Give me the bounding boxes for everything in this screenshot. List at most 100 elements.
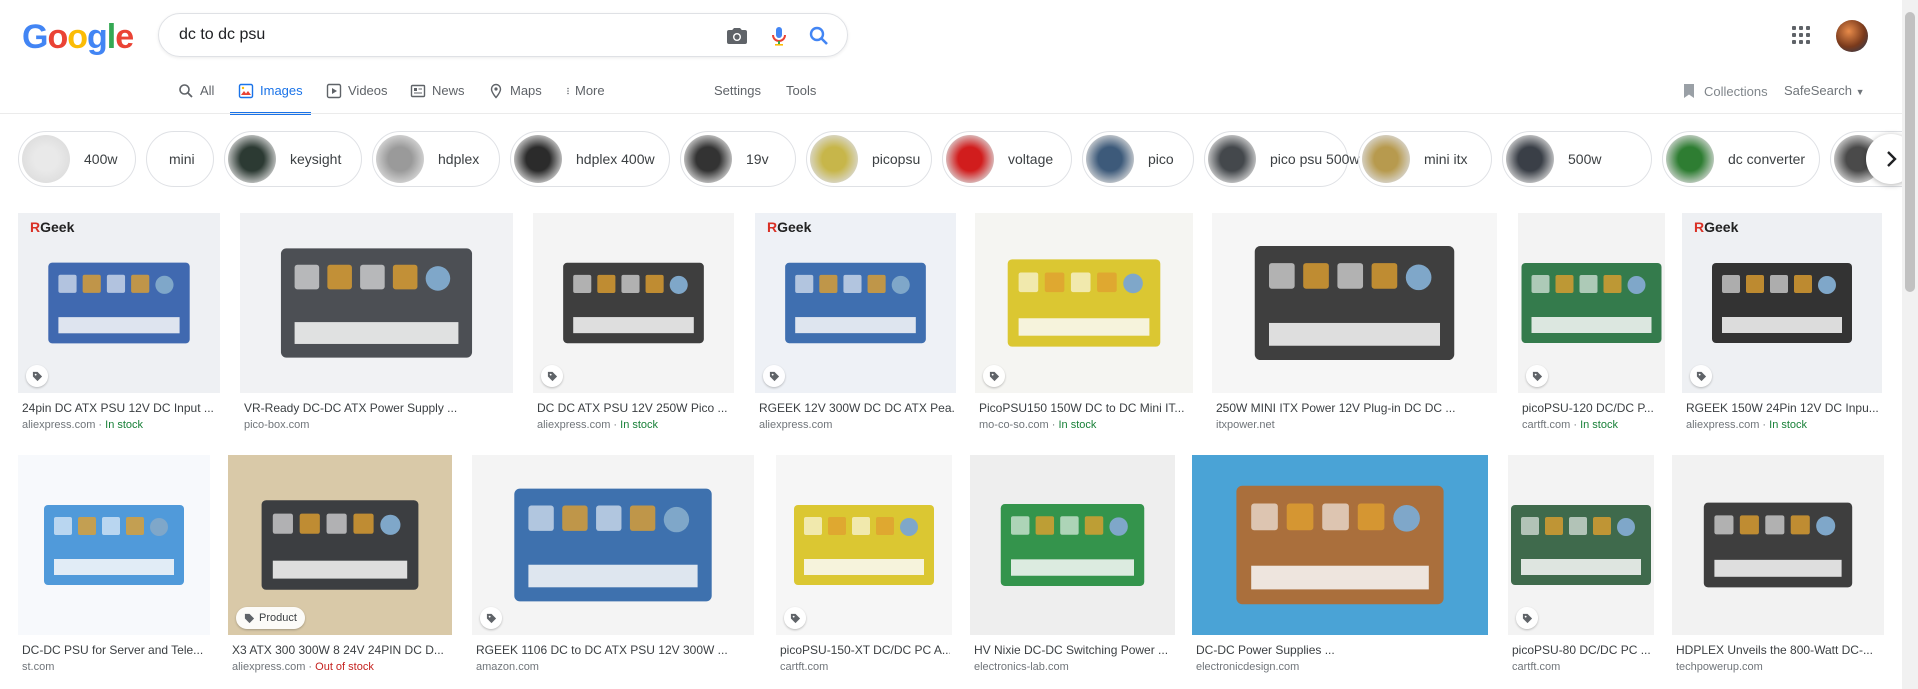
result-title[interactable]: 24pin DC ATX PSU 12V DC Input ... [22,401,218,415]
result-title[interactable]: DC DC ATX PSU 12V 250W Pico ... [537,401,732,415]
source-domain: mo-co-so.com [979,419,1049,431]
tools-link[interactable]: Tools [786,82,816,100]
microphone-icon[interactable] [767,24,791,48]
account-avatar[interactable] [1836,20,1868,52]
chip-label: hdplex [438,151,480,167]
image-result[interactable]: picoPSU-120 DC/DC P... cartft.com · In st… [1518,213,1665,433]
image-result[interactable]: RGEEK 1106 DC to DC ATX PSU 12V 300W ...… [472,455,754,675]
image-result[interactable]: RGeek 24pin DC ATX PSU 12V DC Input ... al… [18,213,220,433]
chip-pico[interactable]: pico [1082,131,1194,187]
chip-voltage[interactable]: voltage [942,131,1072,187]
chip-hdplex[interactable]: hdplex [372,131,500,187]
image-result[interactable]: picoPSU-80 DC/DC PC ... cartft.com [1508,455,1654,675]
tab-label: News [432,83,465,98]
chip-hdplex-400w[interactable]: hdplex 400w [510,131,670,187]
image-result[interactable]: Product X3 ATX 300 300W 8 24V 24PIN DC D.… [228,455,452,675]
tab-maps[interactable]: Maps [488,82,542,114]
tab-all[interactable]: All [178,82,214,114]
result-title[interactable]: DC-DC Power Supplies ... [1196,643,1486,657]
collections-link[interactable]: Collections [1682,83,1768,99]
result-title[interactable]: DC-DC PSU for Server and Tele... [22,643,208,657]
result-title[interactable]: picoPSU-120 DC/DC P... [1522,401,1663,415]
result-title[interactable]: VR-Ready DC-DC ATX Power Supply ... [244,401,511,415]
result-source: cartft.com [780,661,828,673]
result-thumbnail[interactable]: RGeek [18,213,220,393]
image-result[interactable]: RGeek RGEEK 12V 300W DC DC ATX Pea... alie… [755,213,956,433]
result-thumbnail[interactable] [472,455,754,635]
brand-watermark: RGeek [1694,219,1739,235]
tab-videos[interactable]: Videos [326,82,388,114]
tab-label: Videos [348,83,388,98]
chip-pico-psu-500w[interactable]: pico psu 500w [1204,131,1360,187]
scrollbar-thumb[interactable] [1905,12,1915,292]
result-thumbnail[interactable] [533,213,734,393]
tab-images[interactable]: Images [230,82,311,115]
image-result[interactable]: RGeek RGEEK 150W 24Pin 12V DC Inpu... alie… [1682,213,1882,433]
chip-dc-converter[interactable]: dc converter [1662,131,1820,187]
tab-news[interactable]: News [410,82,465,114]
result-title[interactable]: 250W MINI ITX Power 12V Plug-in DC DC ..… [1216,401,1495,415]
image-result[interactable]: PicoPSU150 150W DC to DC Mini IT... mo-co… [975,213,1193,433]
result-title[interactable]: X3 ATX 300 300W 8 24V 24PIN DC D... [232,643,450,657]
settings-link[interactable]: Settings [714,82,761,100]
result-source: electronics-lab.com [974,661,1069,673]
result-thumbnail[interactable]: Product [228,455,452,635]
result-title[interactable]: RGEEK 1106 DC to DC ATX PSU 12V 300W ... [476,643,752,657]
result-thumbnail[interactable] [970,455,1175,635]
result-thumbnail[interactable] [1518,213,1665,393]
logo-letter: l [106,18,117,56]
image-result[interactable]: DC-DC PSU for Server and Tele... st.com [18,455,210,675]
logo-letter: G [22,18,48,56]
image-result[interactable]: VR-Ready DC-DC ATX Power Supply ... pico-… [240,213,513,433]
result-thumbnail[interactable]: RGeek [1682,213,1882,393]
image-result[interactable]: 250W MINI ITX Power 12V Plug-in DC DC ..… [1212,213,1497,433]
result-title[interactable]: HDPLEX Unveils the 800-Watt DC-... [1676,643,1882,657]
chip-19v[interactable]: 19v [680,131,796,187]
logo-letter: e [115,18,134,56]
search-icon[interactable] [807,24,831,48]
result-title[interactable]: picoPSU-80 DC/DC PC ... [1512,643,1652,657]
chip-mini[interactable]: mini [146,131,214,187]
result-title[interactable]: RGEEK 12V 300W DC DC ATX Pea... [759,401,954,415]
source-domain: aliexpress.com [232,661,306,673]
chip-keysight[interactable]: keysight [224,131,362,187]
search-box[interactable]: dc to dc psu [158,13,848,57]
search-input[interactable]: dc to dc psu [179,14,265,56]
result-title[interactable]: PicoPSU150 150W DC to DC Mini IT... [979,401,1191,415]
image-result[interactable]: HV Nixie DC-DC Switching Power ... electr… [970,455,1175,675]
result-thumbnail[interactable] [1672,455,1884,635]
source-domain: electronicdesign.com [1196,661,1300,673]
result-thumbnail[interactable] [1212,213,1497,393]
logo-letter: o [67,18,88,56]
chip-400w[interactable]: 400w [18,131,136,187]
result-title[interactable]: HV Nixie DC-DC Switching Power ... [974,643,1173,657]
image-result[interactable]: HDPLEX Unveils the 800-Watt DC-... techpo… [1672,455,1884,675]
result-thumbnail[interactable] [1192,455,1488,635]
related-search-chips: 400w mini keysight hdplex hdplex 400w 19v pico… [18,131,1918,189]
tab-label: Maps [510,83,542,98]
chip-picopsu[interactable]: picopsu [806,131,932,187]
result-thumbnail[interactable] [240,213,513,393]
safesearch-dropdown[interactable]: SafeSearch ▼ [1784,83,1864,98]
result-title[interactable]: RGEEK 150W 24Pin 12V DC Inpu... [1686,401,1880,415]
result-thumbnail[interactable] [975,213,1193,393]
stock-status: In stock [1058,419,1097,431]
image-result[interactable]: DC DC ATX PSU 12V 250W Pico ... aliexpres… [533,213,734,433]
tab-more[interactable]: More [564,82,605,114]
image-result[interactable]: picoPSU-150-XT DC/DC PC A... cartft.com [776,455,952,675]
camera-icon[interactable] [725,24,749,48]
apps-grid-icon[interactable] [1792,26,1812,46]
google-logo[interactable]: Google [22,18,134,57]
result-title[interactable]: picoPSU-150-XT DC/DC PC A... [780,643,950,657]
chip-500w[interactable]: 500w [1502,131,1652,187]
chip-mini-itx[interactable]: mini itx [1358,131,1492,187]
image-result[interactable]: DC-DC Power Supplies ... electronicdesign… [1192,455,1488,675]
source-domain: techpowerup.com [1676,661,1763,673]
result-thumbnail[interactable] [776,455,952,635]
result-thumbnail[interactable] [18,455,210,635]
chip-thumbnail [1666,135,1714,183]
scrollbar[interactable] [1902,0,1918,689]
result-thumbnail[interactable]: RGeek [755,213,956,393]
product-badge: Product [236,607,305,629]
result-thumbnail[interactable] [1508,455,1654,635]
